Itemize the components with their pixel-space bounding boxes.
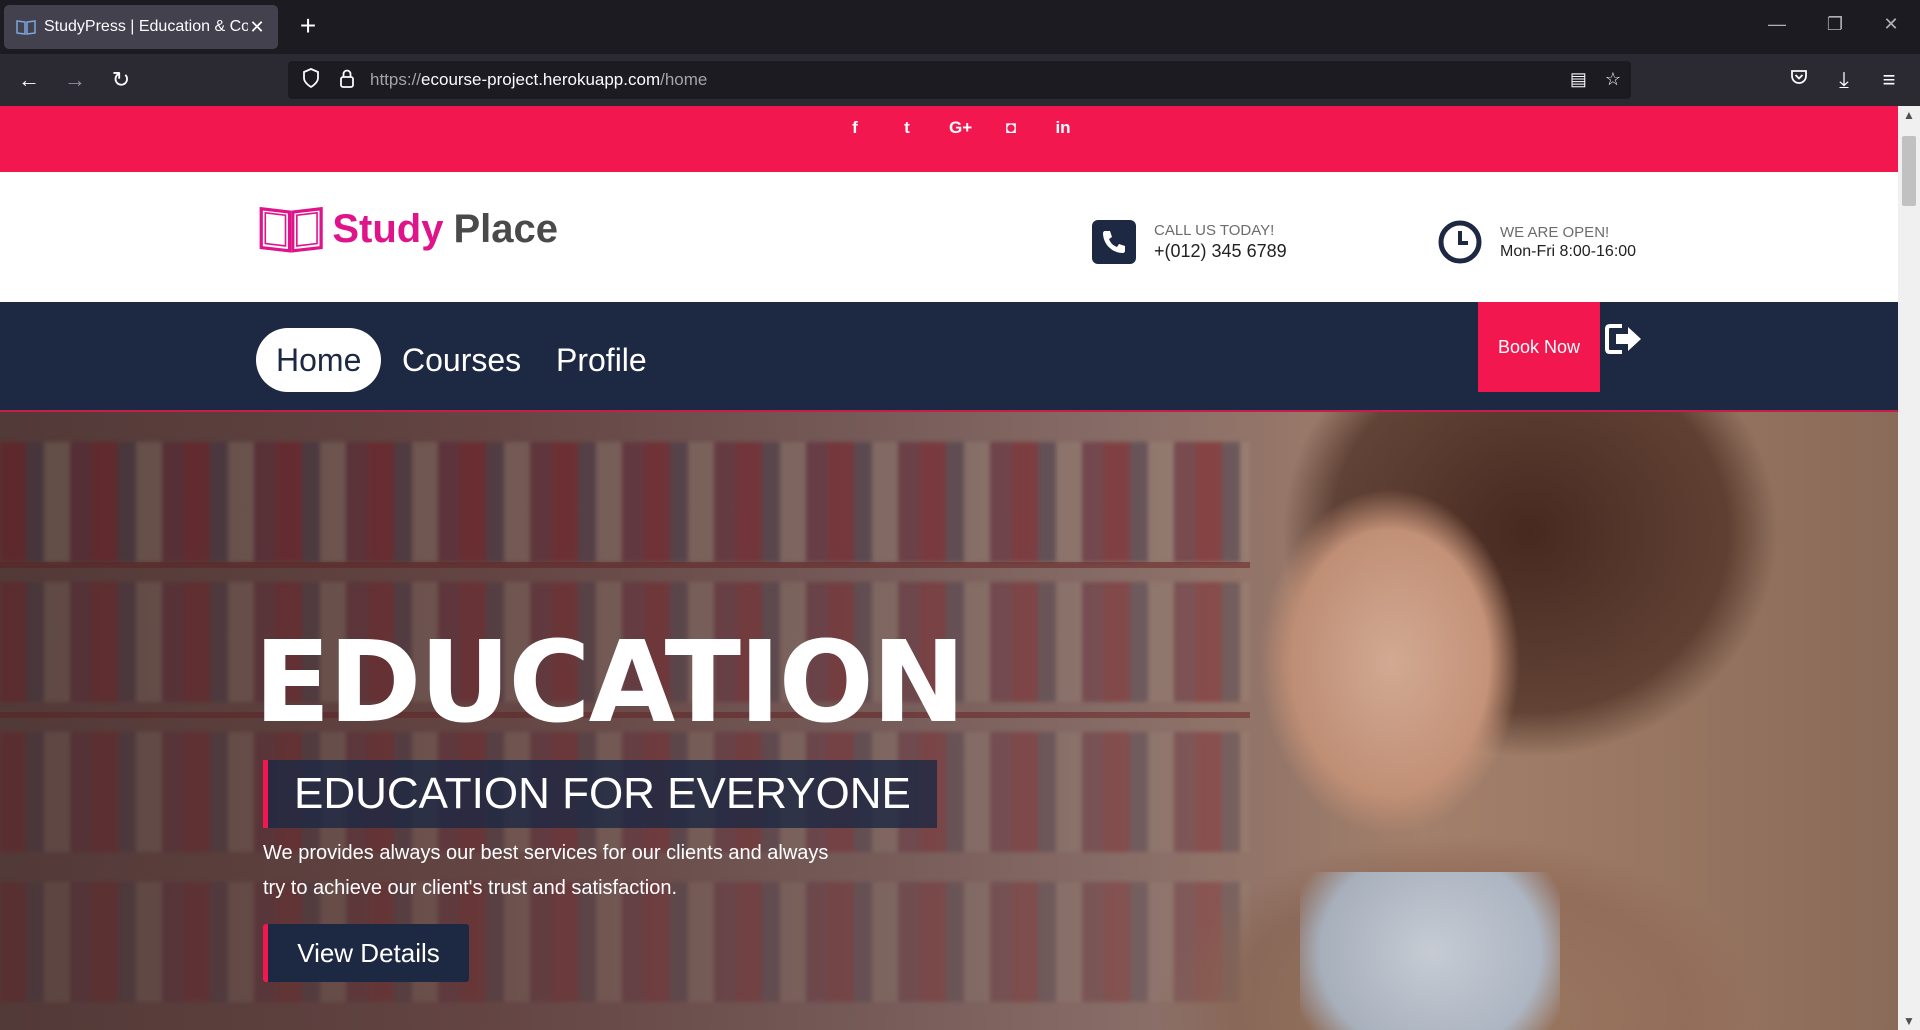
main-navigation: Home Courses Profile Book Now — [0, 302, 1898, 412]
book-now-button[interactable]: Book Now — [1478, 302, 1600, 392]
pocket-icon[interactable] — [1784, 66, 1814, 96]
hero-banner: EDUCATION EDUCATION FOR EVERYONE We prov… — [0, 412, 1898, 1030]
instagram-icon[interactable]: ◘ — [1001, 118, 1021, 138]
web-page: f t G+ ◘ in Study Place CALL US TODAY! +… — [0, 106, 1898, 1030]
hero-description: We provides always our best services for… — [263, 842, 829, 899]
page-scrollbar[interactable]: ▲ ▼ — [1898, 106, 1920, 1030]
forward-icon[interactable]: → — [60, 66, 90, 96]
close-window-icon[interactable]: ✕ — [1876, 14, 1906, 35]
social-topbar: f t G+ ◘ in — [0, 106, 1898, 172]
call-label: CALL US TODAY! — [1154, 222, 1275, 239]
opening-hours-text: Mon-Fri 8:00-16:00 — [1500, 242, 1637, 260]
open-label: WE ARE OPEN! — [1500, 223, 1610, 241]
hero-title: EDUCATION — [254, 618, 966, 748]
site-logo[interactable]: Study Place — [258, 194, 558, 264]
hero-subtitle: EDUCATION FOR EVERYONE — [263, 760, 937, 828]
twitter-icon[interactable]: t — [897, 118, 917, 138]
nav-home[interactable]: Home — [256, 328, 382, 392]
logout-icon[interactable] — [1604, 322, 1644, 356]
facebook-icon[interactable]: f — [845, 118, 865, 138]
close-tab-icon[interactable]: ✕ — [248, 17, 266, 38]
new-tab-icon[interactable]: + — [293, 12, 323, 42]
browser-navbar: ← → ↻ https://ecourse-project.herokuapp.… — [0, 54, 1920, 106]
bookmark-star-icon[interactable]: ☆ — [1605, 69, 1621, 90]
reader-view-icon[interactable]: ▤ — [1570, 69, 1587, 90]
scroll-thumb[interactable] — [1902, 136, 1916, 206]
browser-tabbar: StudyPress | Education & Course ✕ + — ❐ … — [0, 0, 1920, 54]
call-contact: CALL US TODAY! +(012) 345 6789 — [1092, 220, 1287, 264]
logo-place-text: Place — [453, 206, 558, 251]
menu-icon[interactable]: ≡ — [1874, 66, 1904, 96]
reload-icon[interactable]: ↻ — [106, 66, 136, 96]
download-icon[interactable]: ⤓ — [1829, 66, 1859, 96]
shield-icon[interactable] — [298, 67, 324, 93]
site-header: Study Place CALL US TODAY! +(012) 345 67… — [0, 172, 1898, 302]
logo-study-text: Study — [332, 206, 444, 251]
open-book-icon — [259, 206, 323, 253]
book-favicon-icon — [16, 19, 36, 35]
scroll-down-icon[interactable]: ▼ — [1898, 1012, 1920, 1030]
opening-hours: WE ARE OPEN! Mon-Fri 8:00-16:00 — [1438, 220, 1636, 264]
nav-courses[interactable]: Courses — [382, 328, 541, 392]
view-details-button[interactable]: View Details — [263, 924, 469, 982]
browser-tab[interactable]: StudyPress | Education & Course ✕ — [4, 5, 278, 49]
url-bar[interactable]: https://ecourse-project.herokuapp.com/ho… — [288, 61, 1631, 99]
scroll-up-icon[interactable]: ▲ — [1898, 106, 1920, 124]
restore-icon[interactable]: ❐ — [1820, 14, 1850, 35]
back-icon[interactable]: ← — [14, 66, 44, 96]
linkedin-icon[interactable]: in — [1053, 118, 1073, 138]
tab-title: StudyPress | Education & Course — [44, 18, 248, 35]
url-text[interactable]: https://ecourse-project.herokuapp.com/ho… — [370, 70, 707, 90]
clock-icon — [1438, 220, 1482, 264]
phone-icon — [1092, 220, 1136, 264]
minimize-icon[interactable]: — — [1762, 14, 1792, 35]
google-plus-icon[interactable]: G+ — [949, 118, 972, 138]
nav-profile[interactable]: Profile — [536, 328, 667, 392]
lock-icon[interactable] — [334, 68, 360, 93]
phone-number[interactable]: +(012) 345 6789 — [1154, 241, 1287, 262]
